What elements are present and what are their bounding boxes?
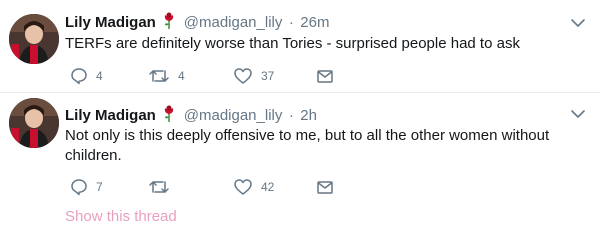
show-thread-link[interactable]: Show this thread bbox=[65, 208, 177, 225]
tweet-header: Lily Madigan @madigan_lily · 2h bbox=[65, 104, 317, 124]
retweet-button[interactable] bbox=[148, 177, 178, 197]
like-button[interactable]: 37 bbox=[233, 66, 274, 86]
tweet-text: TERFs are definitely worse than Tories -… bbox=[65, 35, 520, 52]
rose-icon bbox=[163, 11, 175, 34]
timestamp[interactable]: 26m bbox=[300, 14, 329, 31]
like-count: 37 bbox=[261, 69, 275, 83]
reply-icon bbox=[71, 68, 87, 85]
retweet-icon bbox=[149, 70, 169, 82]
envelope-icon bbox=[317, 70, 333, 83]
envelope-icon bbox=[317, 181, 333, 194]
tweet[interactable]: Lily Madigan @madigan_lily · 26m TERFs a… bbox=[0, 0, 600, 93]
separator-dot: · bbox=[288, 107, 294, 124]
reply-count: 4 bbox=[96, 69, 103, 83]
heart-icon bbox=[234, 68, 252, 84]
user-handle[interactable]: @madigan_lily bbox=[184, 107, 283, 124]
reply-button[interactable]: 7 bbox=[70, 177, 103, 197]
tweet-actions: 7 42 bbox=[70, 177, 370, 197]
like-count: 42 bbox=[261, 180, 275, 194]
tweet[interactable]: Lily Madigan @madigan_lily · 2h Not only… bbox=[0, 93, 600, 247]
chevron-down-icon[interactable] bbox=[570, 107, 586, 119]
like-button[interactable]: 42 bbox=[233, 177, 274, 197]
direct-message-button[interactable] bbox=[316, 177, 334, 197]
rose-icon bbox=[163, 104, 175, 127]
reply-button[interactable]: 4 bbox=[70, 66, 103, 86]
retweet-button[interactable]: 4 bbox=[148, 66, 185, 86]
timestamp[interactable]: 2h bbox=[300, 107, 317, 124]
heart-icon bbox=[234, 179, 252, 195]
display-name[interactable]: Lily Madigan bbox=[65, 107, 156, 124]
avatar[interactable] bbox=[9, 98, 59, 148]
tweet-text: Not only is this deeply offensive to me,… bbox=[65, 127, 550, 164]
retweet-count: 4 bbox=[178, 69, 185, 83]
separator-dot: · bbox=[288, 14, 294, 31]
reply-count: 7 bbox=[96, 180, 103, 194]
direct-message-button[interactable] bbox=[316, 66, 334, 86]
timeline: Lily Madigan @madigan_lily · 26m TERFs a… bbox=[0, 0, 600, 247]
display-name[interactable]: Lily Madigan bbox=[65, 14, 156, 31]
chevron-down-icon[interactable] bbox=[570, 16, 586, 28]
user-handle[interactable]: @madigan_lily bbox=[184, 14, 283, 31]
tweet-header: Lily Madigan @madigan_lily · 26m bbox=[65, 11, 329, 31]
tweet-actions: 4 4 37 bbox=[70, 66, 370, 86]
avatar[interactable] bbox=[9, 14, 59, 64]
retweet-icon bbox=[149, 181, 169, 193]
reply-icon bbox=[71, 179, 87, 196]
